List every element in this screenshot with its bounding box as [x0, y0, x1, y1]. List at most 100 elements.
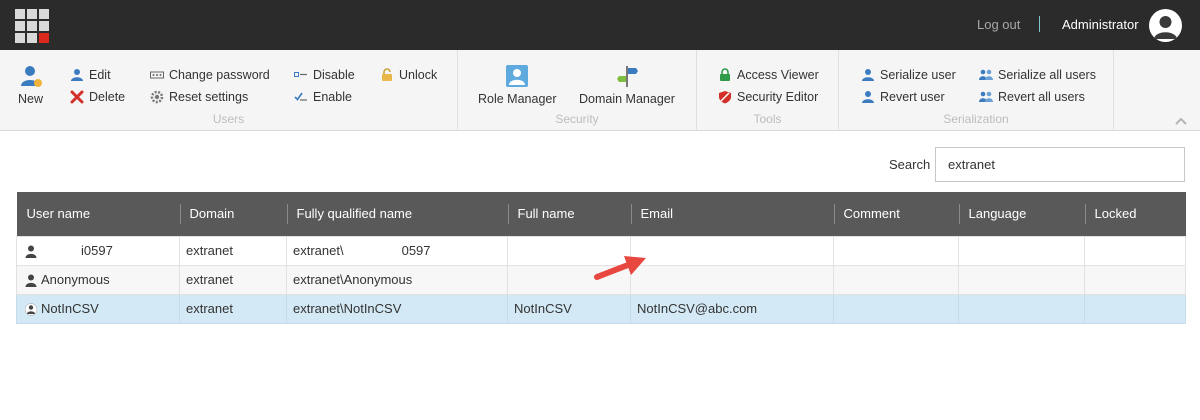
role-manager-button[interactable]: Role Manager — [478, 64, 557, 106]
cell-locked — [1084, 293, 1186, 324]
ribbon-group-serialization-title: Serialization — [943, 112, 1009, 126]
security-editor-label: Security Editor — [737, 90, 819, 104]
table-header-row: User name Domain Fully qualified name Fu… — [16, 192, 1186, 236]
cell-locked — [1084, 235, 1186, 266]
annotation-arrow-icon — [594, 256, 646, 280]
delete-user-button[interactable]: Delete — [70, 90, 125, 104]
logout-link[interactable]: Log out — [977, 17, 1020, 32]
ribbon-group-tools: Access Viewer Security Editor Tools — [697, 50, 839, 130]
edit-user-button[interactable]: Edit — [70, 68, 111, 82]
column-header-user-name[interactable]: User name — [16, 192, 180, 236]
serialize-user-button[interactable]: Serialize user — [861, 68, 956, 82]
serialize-user-label: Serialize user — [880, 68, 956, 82]
ribbon-group-security-title: Security — [555, 112, 599, 126]
ribbon-group-security: Role Manager Domain Manager Security — [458, 50, 697, 130]
cell-fully-qualified-name: extranet\NotInCSV — [286, 293, 508, 324]
cell-comment — [833, 293, 959, 324]
table-row-selected[interactable]: NotInCSV extranet extranet\NotInCSV NotI… — [16, 293, 1186, 324]
cell-domain: extranet — [179, 293, 287, 324]
delete-user-label: Delete — [89, 90, 126, 104]
topbar-divider — [1039, 16, 1040, 32]
column-header-language[interactable]: Language — [958, 192, 1085, 236]
cell-comment — [833, 264, 959, 295]
user-icon — [25, 274, 37, 288]
reset-settings-button[interactable]: Reset settings — [150, 90, 248, 104]
ribbon-toolbar: New Edit Delete Change password Reset se… — [0, 50, 1200, 131]
new-user-button[interactable]: New — [18, 64, 43, 106]
enable-user-label: Enable — [313, 90, 352, 104]
cell-domain: extranet — [179, 235, 287, 266]
edit-user-icon — [71, 69, 83, 81]
user-icon — [25, 245, 37, 259]
disable-user-label: Disable — [313, 68, 355, 82]
shield-icon — [719, 91, 731, 104]
serialize-user-icon — [862, 69, 874, 81]
enable-user-button[interactable]: Enable — [294, 90, 352, 104]
column-header-comment[interactable]: Comment — [833, 192, 959, 236]
revert-user-icon — [862, 91, 874, 103]
enable-check-icon — [294, 92, 307, 101]
cell-domain: extranet — [179, 264, 287, 295]
domain-manager-button[interactable]: Domain Manager — [579, 64, 675, 106]
lock-icon — [720, 68, 730, 81]
ribbon-group-tools-title: Tools — [753, 112, 782, 126]
access-viewer-label: Access Viewer — [737, 68, 819, 82]
cell-email — [630, 264, 834, 295]
cell-email — [630, 235, 834, 266]
cell-language — [958, 264, 1085, 295]
app-launcher-icon[interactable] — [15, 9, 49, 43]
cell-language — [958, 293, 1085, 324]
ribbon-group-users-title: Users — [212, 112, 245, 126]
edit-user-label: Edit — [89, 68, 111, 82]
delete-icon — [70, 90, 84, 104]
user-avatar-icon[interactable] — [1149, 9, 1182, 42]
unlock-icon — [382, 68, 392, 81]
security-editor-button[interactable]: Security Editor — [718, 90, 818, 104]
cell-email: NotInCSV@abc.com — [630, 293, 834, 324]
reset-settings-label: Reset settings — [169, 90, 249, 104]
column-header-full-name[interactable]: Full name — [507, 192, 631, 236]
ribbon-group-users: New Edit Delete Change password Reset se… — [0, 50, 458, 130]
revert-user-label: Revert user — [880, 90, 945, 104]
cell-locked — [1084, 264, 1186, 295]
column-header-locked[interactable]: Locked — [1084, 192, 1186, 236]
new-user-label: New — [18, 92, 44, 106]
domain-manager-label: Domain Manager — [579, 92, 675, 106]
access-viewer-button[interactable]: Access Viewer — [718, 68, 819, 82]
top-bar: Log out Administrator — [0, 0, 1200, 50]
cell-user-name: Anonymous — [16, 264, 180, 295]
user-icon — [25, 303, 37, 316]
users-group-icon — [979, 69, 993, 80]
cell-fully-qualified-name: extranet\ 0597 — [286, 235, 508, 266]
column-header-domain[interactable]: Domain — [179, 192, 287, 236]
column-header-fully-qualified-name[interactable]: Fully qualified name — [286, 192, 508, 236]
revert-user-button[interactable]: Revert user — [861, 90, 945, 104]
cell-user-name: NotInCSV — [16, 293, 180, 324]
cell-user-name: i0597 — [16, 235, 180, 266]
change-password-button[interactable]: Change password — [150, 68, 270, 82]
current-user-name: Administrator — [1062, 17, 1139, 32]
collapse-ribbon-icon[interactable] — [1175, 117, 1187, 125]
unlock-user-button[interactable]: Unlock — [380, 68, 437, 82]
revert-all-users-button[interactable]: Revert all users — [979, 90, 1085, 104]
unlock-user-label: Unlock — [399, 68, 438, 82]
users-group-icon — [979, 91, 993, 102]
password-icon — [150, 71, 164, 79]
new-user-icon — [20, 66, 42, 87]
cell-comment — [833, 235, 959, 266]
serialize-all-users-label: Serialize all users — [998, 68, 1096, 82]
column-header-email[interactable]: Email — [630, 192, 834, 236]
cell-full-name: NotInCSV — [507, 293, 631, 324]
revert-all-users-label: Revert all users — [998, 90, 1085, 104]
signpost-icon — [616, 66, 638, 87]
serialize-all-users-button[interactable]: Serialize all users — [979, 68, 1096, 82]
role-manager-icon — [506, 65, 529, 87]
search-input[interactable] — [935, 147, 1185, 182]
disable-icon — [294, 72, 307, 77]
cell-language — [958, 235, 1085, 266]
search-label: Search — [889, 157, 931, 172]
disable-user-button[interactable]: Disable — [294, 68, 355, 82]
gear-icon — [150, 90, 164, 104]
ribbon-group-serialization: Serialize user Revert user Serialize all… — [839, 50, 1114, 130]
cell-fully-qualified-name: extranet\Anonymous — [286, 264, 508, 295]
